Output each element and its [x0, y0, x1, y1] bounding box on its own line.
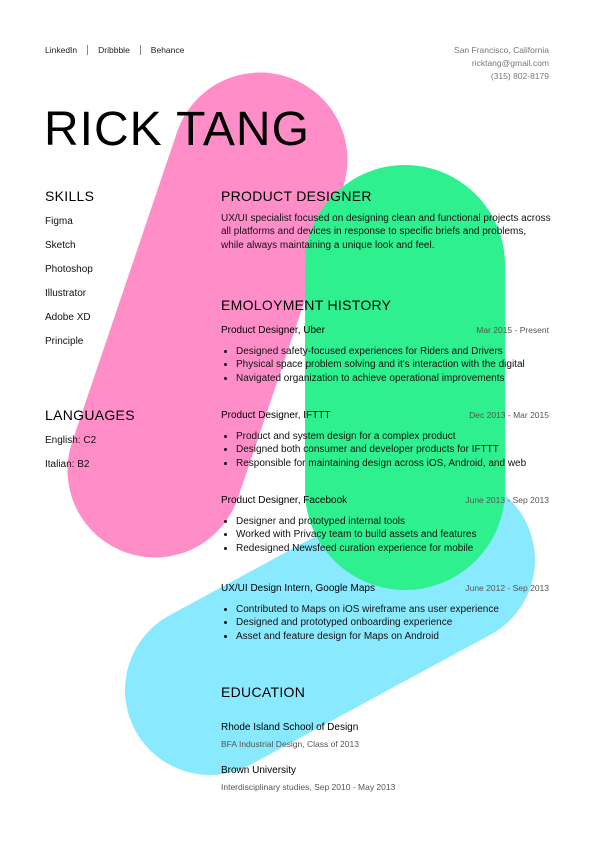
- job-bullets: Designed safety-focused experiences for …: [221, 345, 549, 385]
- degree-detail: BFA Industrial Design, Class of 2013: [221, 739, 359, 749]
- skill-item: Sketch: [45, 240, 76, 251]
- job-title: Product Designer, Facebook: [221, 495, 348, 506]
- summary-section: PRODUCT DESIGNER UX/UI specialist focuse…: [221, 188, 551, 252]
- job-bullet: Contributed to Maps on iOS wireframe ans…: [236, 603, 549, 616]
- skill-item: Figma: [45, 216, 73, 227]
- job-bullets: Designer and prototyped internal tools W…: [221, 515, 549, 555]
- job-dates: Dec 2013 - Mar 2015: [469, 410, 549, 420]
- skills-section: SKILLS Figma Sketch Photoshop Illustrato…: [45, 188, 94, 359]
- language-item: Italian: B2: [45, 459, 90, 470]
- job-title: UX/UI Design Intern, Google Maps: [221, 583, 375, 594]
- job-bullet: Product and system design for a complex …: [236, 430, 549, 443]
- job-bullet: Designer and prototyped internal tools: [236, 515, 549, 528]
- skill-item: Principle: [45, 336, 84, 347]
- job-bullets: Product and system design for a complex …: [221, 430, 549, 470]
- location-text: San Francisco, California: [454, 45, 549, 55]
- divider: [87, 45, 89, 55]
- job-bullet: Redesigned Newsfeed curation experience …: [236, 542, 549, 555]
- education-heading: EDUCATION: [221, 684, 551, 700]
- education-entry: Brown University Interdisciplinary studi…: [221, 765, 549, 792]
- job-dates: Mar 2015 - Present: [476, 325, 549, 335]
- summary-text: UX/UI specialist focused on designing cl…: [221, 213, 551, 251]
- contact-info: San Francisco, California ricktang@gmail…: [454, 44, 549, 83]
- job-entry-facebook: Product Designer, Facebook June 2013 - S…: [221, 495, 549, 555]
- job-dates: June 2012 - Sep 2013: [465, 583, 549, 593]
- candidate-name: RICK TANG: [44, 103, 310, 156]
- job-bullet: Asset and feature design for Maps on And…: [236, 630, 549, 643]
- job-bullet: Responsible for maintaining design acros…: [236, 457, 549, 470]
- job-dates: June 2013 - Sep 2013: [465, 495, 549, 505]
- job-title: Product Designer, Uber: [221, 325, 325, 336]
- social-links: LinkedIn Dribbble Behance: [45, 45, 184, 55]
- school-name: Rhode Island School of Design: [221, 722, 359, 733]
- languages-list: English: C2 Italian: B2: [45, 434, 135, 482]
- behance-link[interactable]: Behance: [151, 45, 185, 55]
- employment-title: EMOLOYMENT HISTORY: [221, 297, 392, 313]
- languages-title: LANGUAGES: [45, 407, 135, 423]
- job-bullet: Designed both consumer and developer pro…: [236, 443, 549, 456]
- linkedin-link[interactable]: LinkedIn: [45, 45, 77, 55]
- school-name: Brown University: [221, 765, 297, 776]
- education-entry: Rhode Island School of Design BFA Indust…: [221, 722, 549, 749]
- job-bullets: Contributed to Maps on iOS wireframe ans…: [221, 603, 549, 643]
- languages-section: LANGUAGES English: C2 Italian: B2: [45, 407, 135, 482]
- phone-text: (315) 802-8179: [490, 71, 549, 81]
- employment-heading: EMOLOYMENT HISTORY: [221, 297, 551, 313]
- email-text: ricktang@gmail.com: [471, 58, 549, 68]
- job-entry-google-maps: UX/UI Design Intern, Google Maps June 20…: [221, 583, 549, 643]
- job-bullet: Worked with Privacy team to build assets…: [236, 528, 549, 541]
- language-item: English: C2: [45, 435, 97, 446]
- skill-item: Illustrator: [45, 288, 87, 299]
- education-title: EDUCATION: [221, 684, 306, 700]
- summary-title: PRODUCT DESIGNER: [221, 188, 372, 204]
- job-title: Product Designer, IFTTT: [221, 410, 331, 421]
- dribbble-link[interactable]: Dribbble: [98, 45, 130, 55]
- job-entry-ifttt: Product Designer, IFTTT Dec 2013 - Mar 2…: [221, 410, 549, 470]
- resume-page: LinkedIn Dribbble Behance San Francisco,…: [0, 0, 595, 842]
- job-bullet: Physical space problem solving and it's …: [236, 358, 549, 371]
- job-bullet: Designed safety-focused experiences for …: [236, 345, 549, 358]
- job-bullet: Navigated organization to achieve operat…: [236, 372, 549, 385]
- skill-item: Adobe XD: [45, 312, 91, 323]
- skills-title: SKILLS: [45, 188, 95, 204]
- job-bullet: Designed and prototyped onboarding exper…: [236, 616, 549, 629]
- job-entry-uber: Product Designer, Uber Mar 2015 - Presen…: [221, 325, 549, 385]
- degree-detail: Interdisciplinary studies, Sep 2010 - Ma…: [221, 782, 396, 792]
- skill-item: Photoshop: [45, 264, 93, 275]
- divider: [139, 45, 141, 55]
- skills-list: Figma Sketch Photoshop Illustrator Adobe…: [45, 215, 94, 359]
